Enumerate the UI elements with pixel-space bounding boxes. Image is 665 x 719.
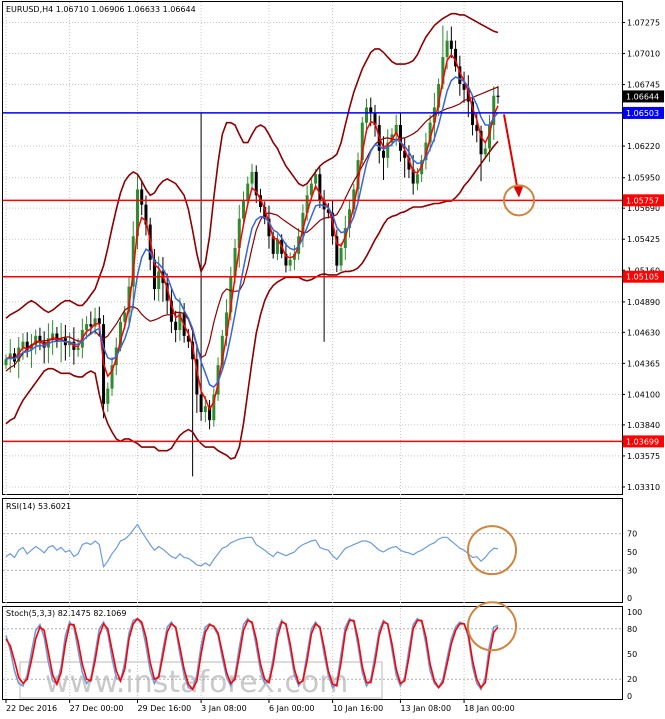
forex-chart: www.instaforex.com 1.072751.070101.06745… xyxy=(2,1,664,713)
candle-body xyxy=(55,333,59,342)
stoch-label: Stoch(5,3,3) 82.1475 82.1069 xyxy=(6,609,126,618)
candle-body xyxy=(365,107,369,123)
candle-body xyxy=(445,40,449,58)
candle-body xyxy=(250,171,254,184)
candle-body xyxy=(199,394,203,412)
candle-body xyxy=(381,150,385,158)
rsi-y-tick-label: 70 xyxy=(627,530,637,539)
rsi-y-tick-label: 50 xyxy=(627,548,637,557)
candle-body xyxy=(85,324,89,330)
y-tick-label: 1.04100 xyxy=(627,390,660,399)
x-tick-label: 10 Jan 16:00 xyxy=(333,704,384,713)
y-tick-label: 1.06220 xyxy=(627,142,660,151)
level-tag-label: 1.03699 xyxy=(626,437,659,446)
y-tick-label: 1.03840 xyxy=(627,421,660,430)
candle-body xyxy=(157,271,161,289)
stoch-y-tick-label: 80 xyxy=(627,625,637,634)
y-tick-label: 1.03575 xyxy=(627,452,660,461)
candle-body xyxy=(76,347,80,350)
candle-body xyxy=(174,321,178,330)
candle-body xyxy=(140,189,144,205)
projection-arrowhead xyxy=(513,185,523,198)
projection-arrow xyxy=(503,114,519,192)
candle-body xyxy=(89,324,93,327)
rsi-y-tick-label: 0 xyxy=(627,594,632,603)
x-tick-label: 6 Jan 00:00 xyxy=(269,704,315,713)
candle-body xyxy=(314,174,318,184)
y-tick-label: 1.04630 xyxy=(627,328,660,337)
y-tick-label: 1.05425 xyxy=(627,235,660,244)
y-tick-label: 1.03310 xyxy=(627,483,660,492)
y-tick-label: 1.06745 xyxy=(627,81,660,90)
stoch-y-tick-label: 100 xyxy=(627,608,642,617)
stoch-y-tick-label: 20 xyxy=(627,675,637,684)
level-tag-label: 1.05105 xyxy=(626,273,659,282)
candle-body xyxy=(339,248,343,266)
level-tag-label: 1.06503 xyxy=(626,109,659,118)
candle-body xyxy=(449,40,453,49)
candle-body xyxy=(496,95,500,97)
rsi-plot: 0 30 50 70 xyxy=(3,523,637,603)
x-tick-label: 13 Jan 08:00 xyxy=(400,704,451,713)
x-tick-label: 29 Dec 16:00 xyxy=(137,704,191,713)
current-price-label: 1.06644 xyxy=(626,92,659,101)
x-tick-label: 27 Dec 00:00 xyxy=(70,704,124,713)
rsi-panel-frame xyxy=(2,498,623,603)
candle-body xyxy=(483,148,487,155)
y-tick-label: 1.07275 xyxy=(627,19,660,28)
rsi-line xyxy=(5,523,499,569)
y-tick-label: 1.05950 xyxy=(627,174,660,183)
candle-body xyxy=(106,388,110,404)
rsi-label: RSI(14) 53.6021 xyxy=(6,502,71,511)
stoch-y-tick-label: 50 xyxy=(627,650,637,659)
y-tick-label: 1.04890 xyxy=(627,298,660,307)
rsi-y-tick-label: 30 xyxy=(627,566,637,575)
level-tag-label: 1.05757 xyxy=(626,196,659,205)
x-tick-label: 3 Jan 08:00 xyxy=(201,704,247,713)
y-tick-label: 1.04365 xyxy=(627,359,660,368)
candle-body xyxy=(318,174,322,202)
stoch-y-tick-label: 0 xyxy=(627,692,632,701)
x-tick-label: 22 Dec 2016 xyxy=(6,704,57,713)
candle-body xyxy=(288,259,292,266)
main-panel-frame xyxy=(2,1,623,495)
candle-body xyxy=(21,341,25,348)
x-tick-label: 18 Jan 00:00 xyxy=(464,704,515,713)
candle-body xyxy=(4,359,8,366)
candle-body xyxy=(415,174,419,184)
main-title: EURUSD,H4 1.06710 1.06906 1.06633 1.0664… xyxy=(6,5,196,14)
y-tick-label: 1.07010 xyxy=(627,50,660,59)
candle-body xyxy=(203,406,207,412)
